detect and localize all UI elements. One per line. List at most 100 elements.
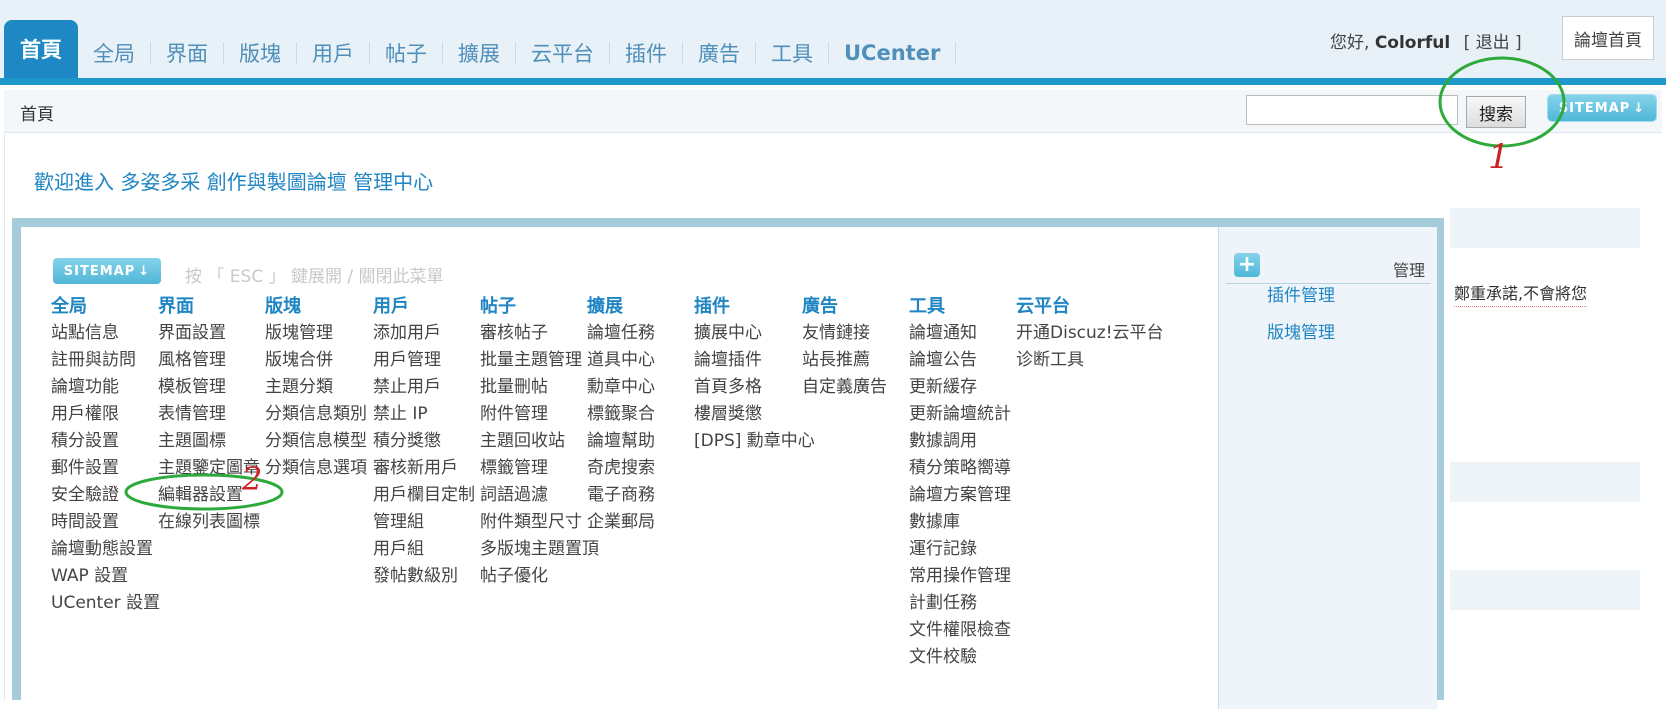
sitemap-link[interactable]: 友情鏈接 <box>802 320 887 347</box>
sitemap-link[interactable]: 用戶組 <box>373 536 475 563</box>
nav-tab-global[interactable]: 全局 <box>78 42 151 66</box>
sitemap-link[interactable]: 積分策略嚮導 <box>909 455 1011 482</box>
sitemap-link[interactable]: 標籤聚合 <box>587 401 655 428</box>
sitemap-link[interactable]: 論壇幫助 <box>587 428 655 455</box>
sitemap-column-title[interactable]: 用戶 <box>373 293 475 320</box>
sitemap-column-title[interactable]: 云平台 <box>1016 293 1164 320</box>
forum-home-button[interactable]: 論壇首頁 <box>1562 16 1654 60</box>
sitemap-link[interactable]: 論壇動態設置 <box>51 536 160 563</box>
sitemap-link[interactable]: 版塊管理 <box>265 320 367 347</box>
sitemap-link[interactable]: 主題回收站 <box>480 428 599 455</box>
sitemap-link[interactable]: 積分設置 <box>51 428 160 455</box>
sitemap-link[interactable]: 添加用戶 <box>373 320 475 347</box>
sitemap-column-title[interactable]: 廣告 <box>802 293 887 320</box>
sitemap-link[interactable]: WAP 設置 <box>51 563 160 590</box>
sitemap-link[interactable]: 分類信息模型 <box>265 428 367 455</box>
search-input[interactable] <box>1246 95 1458 125</box>
sitemap-link[interactable]: 勳章中心 <box>587 374 655 401</box>
sitemap-link[interactable]: 自定義廣告 <box>802 374 887 401</box>
sitemap-link[interactable]: 數據調用 <box>909 428 1011 455</box>
sitemap-link[interactable]: 標籤管理 <box>480 455 599 482</box>
sitemap-link[interactable]: 用戶權限 <box>51 401 160 428</box>
sitemap-link[interactable]: 首頁多格 <box>694 374 815 401</box>
nav-tab-forums[interactable]: 版塊 <box>224 42 297 66</box>
sitemap-link[interactable]: 審核新用戶 <box>373 455 475 482</box>
breadcrumb[interactable]: 首頁 <box>20 100 54 125</box>
sitemap-link[interactable]: 論壇功能 <box>51 374 160 401</box>
sitemap-link[interactable]: 積分獎懲 <box>373 428 475 455</box>
sitemap-column-title[interactable]: 插件 <box>694 293 815 320</box>
sitemap-link[interactable]: 詞語過濾 <box>480 482 599 509</box>
add-shortcut-button[interactable]: + <box>1234 253 1260 277</box>
sitemap-column-title[interactable]: 全局 <box>51 293 160 320</box>
nav-tab-ucenter[interactable]: UCenter <box>829 41 957 65</box>
sitemap-link[interactable]: 版塊合併 <box>265 347 367 374</box>
sitemap-link[interactable]: 企業郵局 <box>587 509 655 536</box>
sitemap-link[interactable]: 註冊與訪問 <box>51 347 160 374</box>
nav-tab-interface[interactable]: 界面 <box>151 42 224 66</box>
sitemap-close-button[interactable]: SITEMAP ↓ <box>53 258 161 284</box>
sitemap-link[interactable]: 分類信息類別 <box>265 401 367 428</box>
nav-tab-users[interactable]: 用戶 <box>297 42 370 66</box>
sitemap-link[interactable]: UCenter 設置 <box>51 590 160 617</box>
sitemap-link[interactable]: 樓層獎懲 <box>694 401 815 428</box>
sitemap-link[interactable]: 诊断工具 <box>1016 347 1164 374</box>
sitemap-link[interactable]: 計劃任務 <box>909 590 1011 617</box>
sitemap-link[interactable]: 發帖數級別 <box>373 563 475 590</box>
sitemap-link[interactable]: 數據庫 <box>909 509 1011 536</box>
sitemap-link[interactable]: 界面設置 <box>158 320 260 347</box>
sitemap-link[interactable]: 論壇插件 <box>694 347 815 374</box>
sitemap-column-title[interactable]: 帖子 <box>480 293 599 320</box>
sitemap-link[interactable]: 多版塊主題置頂 <box>480 536 599 563</box>
sitemap-link[interactable]: 奇虎搜索 <box>587 455 655 482</box>
sitemap-link[interactable]: 審核帖子 <box>480 320 599 347</box>
nav-tab-cloud[interactable]: 云平台 <box>516 42 610 66</box>
sitemap-link[interactable]: 風格管理 <box>158 347 260 374</box>
sitemap-link[interactable]: 更新論壇統計 <box>909 401 1011 428</box>
sitemap-column-title[interactable]: 界面 <box>158 293 260 320</box>
sitemap-link[interactable]: 論壇任務 <box>587 320 655 347</box>
nav-tab-plugins[interactable]: 插件 <box>610 42 683 66</box>
nav-tab-ads[interactable]: 廣告 <box>683 42 756 66</box>
sitemap-link[interactable]: 主題分類 <box>265 374 367 401</box>
sitemap-link[interactable]: 管理組 <box>373 509 475 536</box>
sitemap-link[interactable]: 擴展中心 <box>694 320 815 347</box>
logout-link[interactable]: [ 退出 ] <box>1464 33 1522 53</box>
sitemap-link[interactable]: 常用操作管理 <box>909 563 1011 590</box>
sitemap-link[interactable]: 用戶管理 <box>373 347 475 374</box>
sitemap-link[interactable]: 論壇公告 <box>909 347 1011 374</box>
sitemap-column-title[interactable]: 工具 <box>909 293 1011 320</box>
sitemap-link[interactable]: 運行記錄 <box>909 536 1011 563</box>
sitemap-link[interactable]: 帖子優化 <box>480 563 599 590</box>
sitemap-link[interactable]: 用戶欄目定制 <box>373 482 475 509</box>
shortcut-item[interactable]: 版塊管理 <box>1267 318 1335 343</box>
nav-tab-extensions[interactable]: 擴展 <box>443 42 516 66</box>
sitemap-link[interactable]: 批量主題管理 <box>480 347 599 374</box>
nav-tab-home[interactable]: 首頁 <box>4 20 78 78</box>
sitemap-link[interactable]: 更新緩存 <box>909 374 1011 401</box>
sitemap-link[interactable]: 站點信息 <box>51 320 160 347</box>
sitemap-link[interactable]: 文件校驗 <box>909 644 1011 671</box>
sitemap-column-title[interactable]: 擴展 <box>587 293 655 320</box>
greeting-text: 您好, <box>1330 33 1370 53</box>
sitemap-link[interactable]: 模板管理 <box>158 374 260 401</box>
sitemap-link[interactable]: 論壇方案管理 <box>909 482 1011 509</box>
sitemap-link[interactable]: 禁止 IP <box>373 401 475 428</box>
sitemap-link[interactable]: 批量刪帖 <box>480 374 599 401</box>
sitemap-link[interactable]: [DPS] 勳章中心 <box>694 428 815 455</box>
sitemap-link[interactable]: 开通Discuz!云平台 <box>1016 320 1164 347</box>
sitemap-link[interactable]: 表情管理 <box>158 401 260 428</box>
nav-tab-posts[interactable]: 帖子 <box>370 42 443 66</box>
sitemap-link[interactable]: 電子商務 <box>587 482 655 509</box>
sitemap-link[interactable]: 附件類型尺寸 <box>480 509 599 536</box>
sitemap-link[interactable]: 道具中心 <box>587 347 655 374</box>
sitemap-column-title[interactable]: 版塊 <box>265 293 367 320</box>
sitemap-link[interactable]: 站長推薦 <box>802 347 887 374</box>
sitemap-link[interactable]: 附件管理 <box>480 401 599 428</box>
sitemap-link[interactable]: 論壇通知 <box>909 320 1011 347</box>
sitemap-link[interactable]: 禁止用戶 <box>373 374 475 401</box>
sitemap-link[interactable]: 文件權限檢查 <box>909 617 1011 644</box>
shortcut-item[interactable]: 插件管理 <box>1267 281 1335 306</box>
sitemap-link[interactable]: 主題圖標 <box>158 428 260 455</box>
nav-tab-tools[interactable]: 工具 <box>756 42 829 66</box>
